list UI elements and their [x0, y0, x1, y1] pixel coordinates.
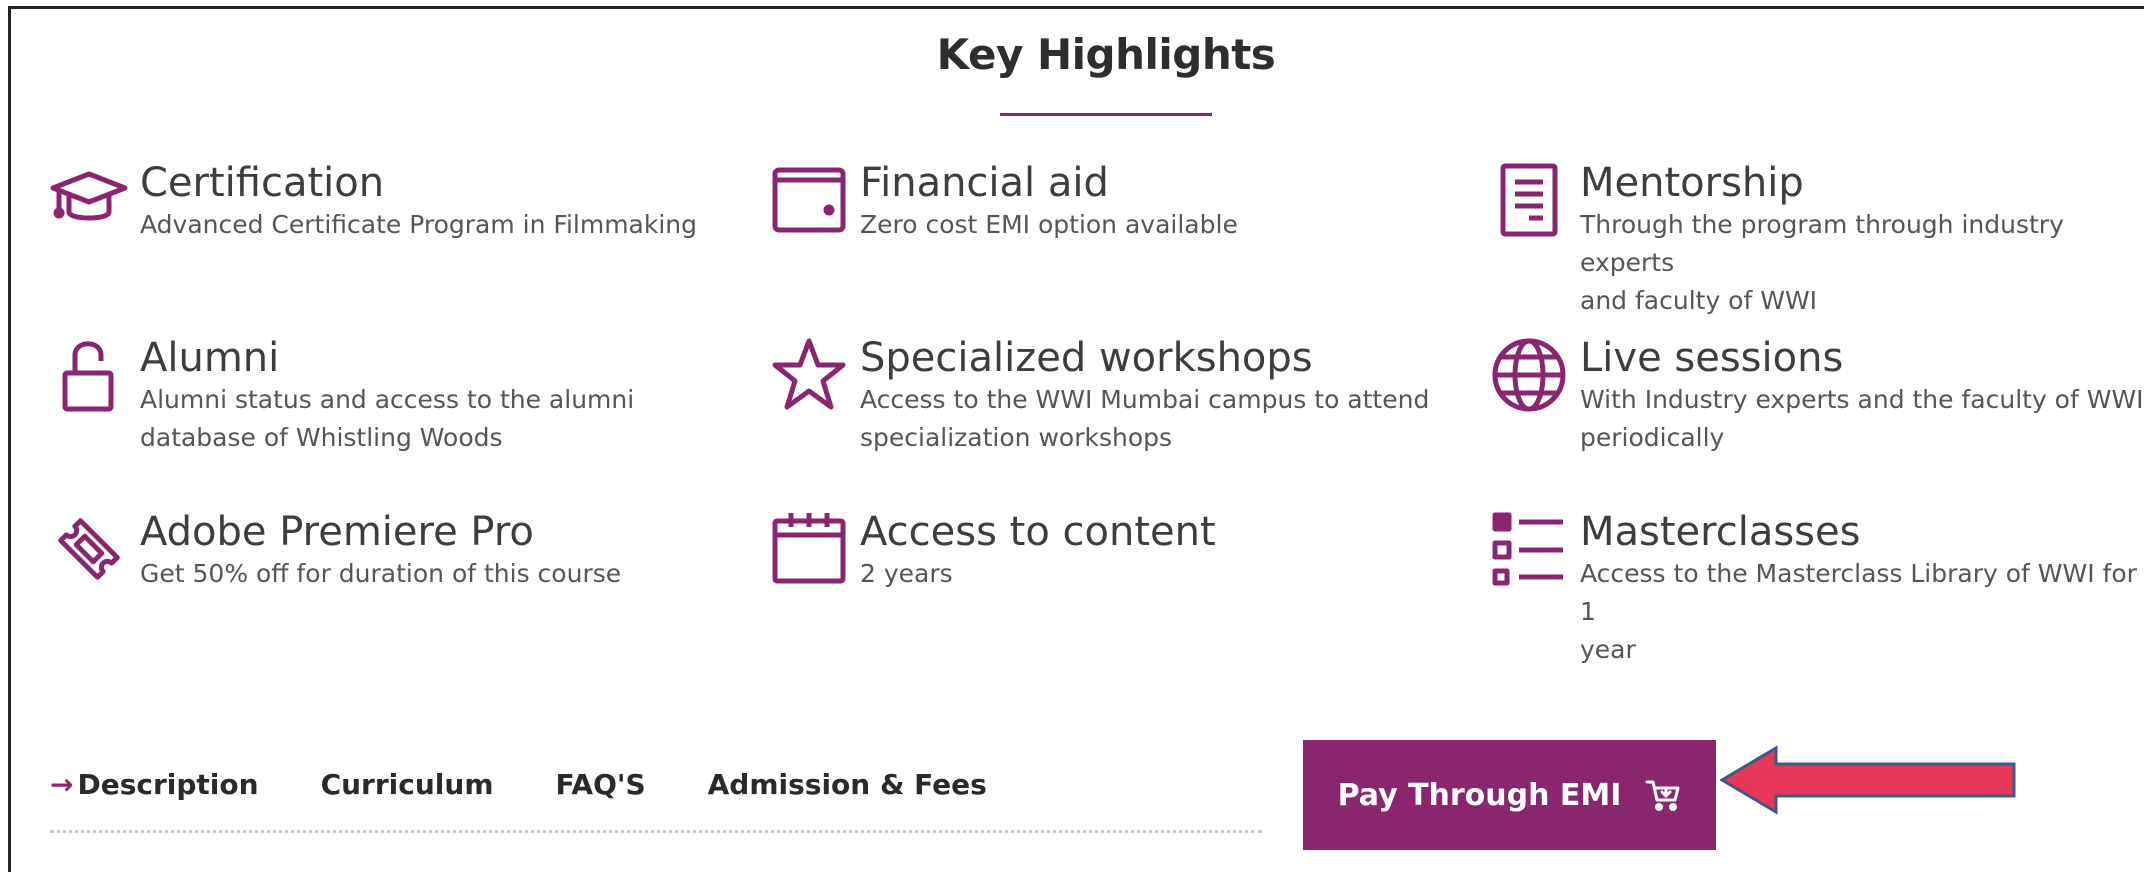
- highlight-desc-line2: database of Whistling Woods: [140, 423, 503, 452]
- highlight-title: Mentorship: [1580, 160, 1804, 206]
- cart-icon: [1645, 778, 1681, 812]
- highlight-adobe-premiere-pro: Adobe Premiere Pro Get 50% off for durat…: [46, 509, 621, 595]
- highlight-title: Alumni: [140, 335, 280, 381]
- annotation-arrow-icon: [1720, 745, 2016, 815]
- tabs-divider: [50, 830, 1262, 833]
- highlight-desc: Advanced Certificate Program in Filmmaki…: [140, 210, 698, 239]
- highlight-title: Financial aid: [860, 160, 1109, 206]
- wallet-icon: [766, 160, 852, 246]
- highlight-desc: Through the program through industry exp…: [1580, 210, 2064, 277]
- pay-through-emi-button[interactable]: Pay Through EMI: [1303, 740, 1716, 850]
- tab-admission-fees[interactable]: Admission & Fees: [708, 768, 987, 801]
- highlight-desc-line2: periodically: [1580, 423, 1725, 452]
- highlight-desc-line2: year: [1580, 635, 1636, 664]
- section-title: Key Highlights: [936, 30, 1276, 79]
- highlight-desc: 2 years: [860, 559, 953, 588]
- tab-curriculum[interactable]: Curriculum: [321, 768, 494, 801]
- highlight-masterclasses: Masterclasses Access to the Masterclass …: [1486, 509, 2144, 669]
- highlight-title: Masterclasses: [1580, 509, 1861, 555]
- document-icon: [1486, 160, 1572, 246]
- globe-icon: [1486, 335, 1572, 421]
- graduation-cap-icon: [46, 160, 132, 246]
- highlight-specialized-workshops: Specialized workshops Access to the WWI …: [766, 335, 1429, 457]
- tab-faqs[interactable]: FAQ'S: [556, 768, 646, 801]
- highlight-desc: Alumni status and access to the alumni: [140, 385, 635, 414]
- highlight-alumni: Alumni Alumni status and access to the a…: [46, 335, 634, 457]
- ticket-icon: [46, 509, 132, 595]
- calendar-icon: [766, 509, 852, 595]
- button-label: Pay Through EMI: [1337, 777, 1622, 813]
- tab-description[interactable]: → Description: [50, 768, 259, 801]
- highlight-mentorship: Mentorship Through the program through i…: [1486, 160, 2144, 320]
- highlight-title: Specialized workshops: [860, 335, 1313, 381]
- highlight-financial-aid: Financial aid Zero cost EMI option avail…: [766, 160, 1238, 246]
- highlight-certification: Certification Advanced Certificate Progr…: [46, 160, 697, 246]
- highlight-desc: Access to the Masterclass Library of WWI…: [1580, 559, 2137, 626]
- highlight-live-sessions: Live sessions With Industry experts and …: [1486, 335, 2144, 457]
- highlight-desc-line2: and faculty of WWI: [1580, 286, 1818, 315]
- highlight-access-to-content: Access to content 2 years: [766, 509, 1216, 595]
- highlight-desc: Zero cost EMI option available: [860, 210, 1238, 239]
- highlight-title: Access to content: [860, 509, 1216, 555]
- highlight-title: Live sessions: [1580, 335, 1844, 381]
- unlocked-padlock-icon: [46, 335, 132, 421]
- highlight-desc-line2: specialization workshops: [860, 423, 1173, 452]
- highlight-desc: Get 50% off for duration of this course: [140, 559, 622, 588]
- star-icon: [766, 335, 852, 421]
- arrow-right-icon: →: [50, 768, 74, 801]
- highlight-title: Certification: [140, 160, 385, 206]
- course-tabs: → Description Curriculum FAQ'S Admission …: [50, 768, 1049, 801]
- highlight-desc: Access to the WWI Mumbai campus to atten…: [860, 385, 1430, 414]
- title-underline: [1000, 113, 1212, 116]
- highlight-title: Adobe Premiere Pro: [140, 509, 534, 555]
- checklist-icon: [1486, 509, 1572, 595]
- tab-label: Description: [77, 768, 259, 801]
- highlight-desc: With Industry experts and the faculty of…: [1580, 385, 2144, 414]
